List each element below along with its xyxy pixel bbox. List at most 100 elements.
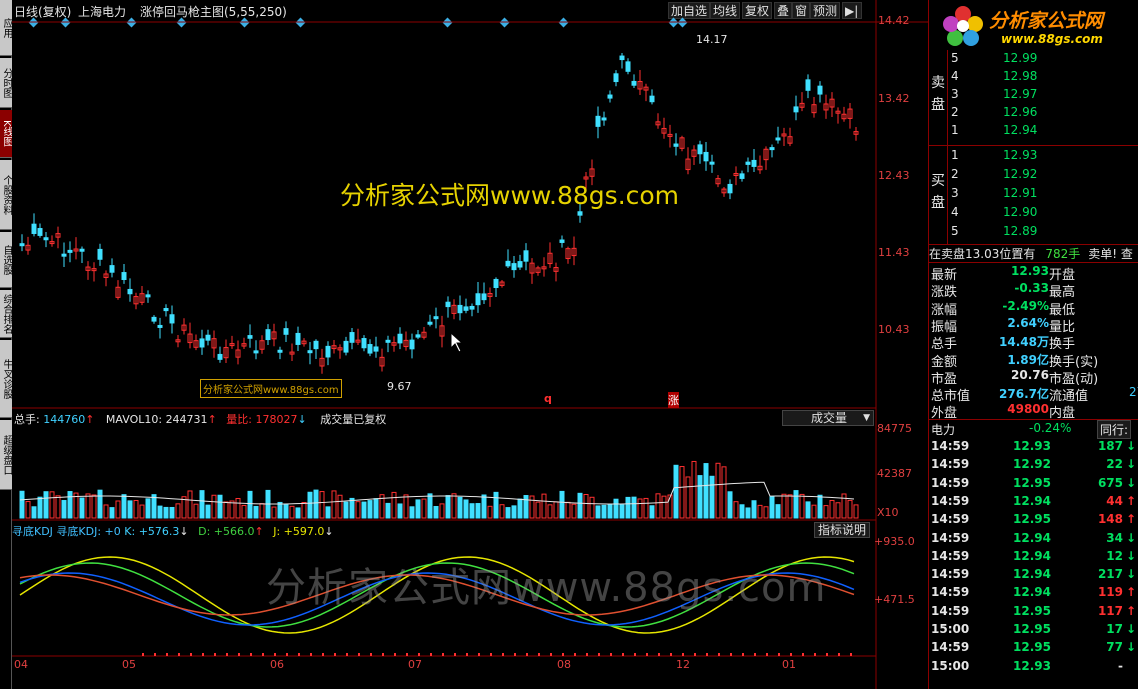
quote-value: 20.76 (1011, 367, 1049, 382)
volume-ratio-label: 量比: (226, 413, 256, 426)
orderbook-col-divider (947, 50, 948, 244)
quote-panel: 分析家公式网 www.88gs.com 卖盘 买盘 5 12.99 4 12.98 3 12.… (928, 0, 1138, 689)
volume-bar (793, 490, 799, 519)
volume-bar (199, 490, 205, 519)
candle-body (283, 328, 289, 335)
kdj-axis-top: +935.0 (874, 535, 915, 548)
volume-bar (127, 500, 133, 519)
arrow-up-icon: ↑ (1125, 603, 1136, 618)
tick-volume: 119 (1097, 585, 1123, 600)
sell-level: 3 12.97 (949, 87, 1138, 104)
volume-bar (649, 505, 655, 519)
kdj-watermark: 分析家公式网www.88gs.com (266, 565, 827, 611)
candle-body (469, 305, 475, 310)
bottom-mark (706, 653, 708, 656)
peer-button[interactable]: 同行: (1097, 420, 1132, 439)
quote-row: 外盘 49800 内盘 (929, 402, 1138, 421)
side-tab-1[interactable]: 分时图 (0, 58, 12, 108)
buy-level: 3 12.91 (949, 186, 1138, 203)
kdj-j-value: J: +597.0 (273, 525, 325, 538)
tick-volume: 44 (1106, 493, 1123, 508)
tick-time: 15:00 (931, 622, 970, 636)
side-tab-3[interactable]: 个股资料 (0, 160, 12, 230)
sell-side-label: 卖盘 (931, 75, 945, 113)
chevron-down-icon: ▼ (863, 413, 870, 423)
volume-bar (19, 490, 25, 519)
volume-note: 成交量已复权 (320, 413, 387, 426)
volume-bar (295, 507, 301, 519)
kdj-axis-mid: +471.5 (874, 593, 915, 606)
tick-price: 12.95 (1013, 475, 1051, 490)
low-price-label: 9.67 (387, 380, 412, 393)
buy-level: 2 12.92 (949, 167, 1138, 184)
tick-row: 14:59 12.92 22 ↓ (929, 457, 1138, 474)
volume-bar (763, 506, 769, 519)
level-number: 4 (951, 205, 959, 219)
candle-body (457, 304, 463, 314)
big-order-alert: 在卖盘13.03位置有 782手 卖单! 查 (929, 244, 1138, 261)
candle-body (697, 144, 703, 155)
date-tick: 01 (782, 658, 796, 671)
volume-bar (331, 490, 337, 519)
volume-bar (235, 498, 241, 519)
candle-body (517, 261, 523, 268)
volume-bar (25, 501, 31, 519)
candle-body (463, 306, 469, 311)
quote-row: 市盈 20.76 市盈(动) (929, 367, 1138, 387)
volume-bar (691, 460, 697, 519)
volume-bar (103, 504, 109, 519)
candle-body (493, 278, 499, 289)
level-number: 4 (951, 69, 959, 83)
volume-bar (487, 505, 493, 519)
volume-bar (307, 491, 313, 519)
tick-volume: 12 (1106, 548, 1123, 563)
candle-body (145, 294, 151, 298)
sector-name[interactable]: 电力 (931, 421, 955, 438)
quote-value: -0.33 (1014, 281, 1049, 296)
sell-level: 2 12.96 (949, 105, 1138, 122)
side-tab-7[interactable]: 超级盘口 (0, 420, 12, 490)
volume-bar (781, 493, 787, 519)
volume-bar (685, 476, 691, 519)
tick-volume: 187 (1097, 439, 1123, 453)
quote-key2: 换手(实) (1049, 354, 1099, 370)
quote-key: 最新 (931, 268, 958, 283)
side-tab-0[interactable]: 应用 (0, 0, 12, 56)
volume-bar (31, 506, 37, 519)
volume-axis-top: 84775 (877, 422, 912, 435)
volume-bar (559, 490, 565, 519)
candle-body (217, 353, 223, 360)
candle-body (253, 350, 259, 354)
bottom-mark (778, 653, 780, 656)
side-tab-2[interactable]: K线图 (0, 110, 12, 158)
candle-body (361, 338, 367, 349)
side-tab-6[interactable]: 牛叉诊股 (0, 340, 12, 418)
volume-bar (835, 502, 841, 519)
tick-row: 14:59 12.94 12 ↓ (929, 549, 1138, 566)
volume-bar (697, 475, 703, 519)
bottom-mark (814, 653, 816, 656)
volume-bar (823, 505, 829, 519)
bottom-mark (538, 653, 540, 656)
bottom-mark (358, 653, 360, 656)
indicator-help-button[interactable]: 指标说明 (814, 522, 871, 538)
bottom-mark (478, 653, 480, 656)
indicator-dropdown[interactable]: 成交量 ▼ (782, 410, 874, 426)
buy-level: 4 12.90 (949, 205, 1138, 222)
bottom-mark (406, 653, 408, 656)
sector-row: 电力 -0.24% 同行: (929, 419, 1138, 439)
volume-bar (97, 489, 103, 519)
tick-row: 14:59 12.94 217 ↓ (929, 567, 1138, 584)
candle-body (169, 314, 175, 324)
candle-body (595, 115, 601, 127)
side-tab-4[interactable]: 自选股 (0, 232, 12, 288)
volume-bar (121, 494, 127, 519)
quote-key: 涨幅 (931, 302, 958, 318)
tick-price: 12.92 (1013, 457, 1051, 472)
bottom-mark (394, 653, 396, 656)
bottom-mark (466, 653, 468, 656)
side-tab-5[interactable]: 综合排名 (0, 290, 12, 338)
quote-value2: 27 (1129, 385, 1138, 400)
candle-body (109, 265, 115, 273)
candle-body (385, 339, 391, 343)
